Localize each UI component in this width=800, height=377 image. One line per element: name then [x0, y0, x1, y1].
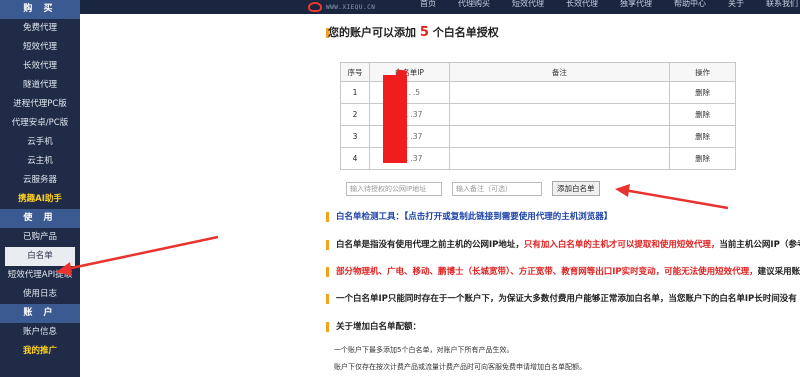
- nav-link[interactable]: 联系我们: [766, 0, 798, 14]
- top-navbar: WWW.XIEQU.CN 首页 代理购买 短效代理 长效代理 独享代理 帮助中心…: [80, 0, 800, 14]
- row-note: [448, 103, 671, 126]
- col-header-note: 备注: [448, 62, 671, 82]
- sidebar-item-cloud-host[interactable]: 云主机: [0, 152, 80, 171]
- top-nav-links: 首页 代理购买 短效代理 长效代理 独享代理 帮助中心 关于 联系我们: [420, 0, 798, 14]
- nav-link[interactable]: 首页: [420, 0, 436, 14]
- detect-link[interactable]: 【点击打开或复制此链接到需要使用代理的主机浏览器】: [404, 212, 612, 222]
- sidebar-item-ai-assistant[interactable]: 携趣AI助手: [0, 190, 80, 209]
- accent-bar: [326, 239, 329, 250]
- row-no: 3: [340, 125, 370, 148]
- accent-bar: [326, 266, 329, 277]
- title-suffix: 个白名单授权: [432, 26, 499, 39]
- accent-bar: [326, 293, 329, 304]
- site-logo[interactable]: WWW.XIEQU.CN: [308, 0, 375, 14]
- sidebar-section-account: 账 户: [0, 304, 80, 323]
- info3-text: 一个白名单IP只能同时存在于一个账户下，为保证大多数付费用户能够正常添加白名单，…: [336, 294, 797, 304]
- info2-warning: 部分物理机、广电、移动、鹏博士（长城宽带）、方正宽带、教育网等出口IP实时变动，…: [336, 267, 758, 277]
- sidebar-item-purchased[interactable]: 已购产品: [0, 228, 80, 247]
- col-header-op: 操作: [669, 62, 736, 82]
- info-row-1: 白名单是指没有使用代理之前主机的公网IP地址，只有加入白名单的主机才可以提取和使…: [326, 238, 800, 250]
- row-ip: 1. . .37: [368, 147, 450, 170]
- row-note: [448, 147, 671, 170]
- info-row-2: 部分物理机、广电、移动、鹏博士（长城宽带）、方正宽带、教育网等出口IP实时变动，…: [326, 265, 800, 277]
- sidebar-item-cloud-server[interactable]: 云服务器: [0, 171, 80, 190]
- logo-icon: [308, 2, 322, 12]
- arrow-to-sidebar-whitelist: [56, 235, 219, 276]
- ip-input[interactable]: [346, 181, 442, 196]
- accent-bar: [326, 211, 329, 222]
- sidebar-item-process-proxy-pc[interactable]: 进程代理PC版: [0, 95, 80, 114]
- info2-text: 建议采用账: [757, 267, 800, 277]
- whitelist-quota: 5: [419, 25, 429, 40]
- sidebar-item-my-promotion[interactable]: 我的推广: [0, 342, 80, 361]
- info1-text: 白名单是指没有使用代理之前主机的公网IP地址，: [336, 240, 524, 250]
- quota-rules-title-row: 关于增加白名单配额：: [326, 320, 800, 332]
- nav-link[interactable]: 关于: [728, 0, 744, 14]
- row-no: 2: [340, 103, 370, 126]
- redaction-mark: [383, 75, 407, 163]
- sidebar-item-free-proxy[interactable]: 免费代理: [0, 19, 80, 38]
- quota-rules-title: 关于增加白名单配额：: [336, 322, 422, 332]
- accent-bar: [326, 321, 329, 332]
- row-note: [448, 125, 671, 148]
- detect-tool-row: 白名单检测工具：【点击打开或复制此链接到需要使用代理的主机浏览器】: [326, 210, 800, 222]
- note-input[interactable]: [452, 181, 542, 196]
- sidebar-item-cloud-phone[interactable]: 云手机: [0, 133, 80, 152]
- info1-warning: 只有加入白名单的主机才可以提取和使用短效代理，: [523, 240, 720, 250]
- sidebar-item-tunnel-proxy[interactable]: 隧道代理: [0, 76, 80, 95]
- delete-button[interactable]: 删除: [695, 154, 710, 163]
- sidebar-item-usage-log[interactable]: 使用日志: [0, 285, 80, 304]
- row-no: 1: [340, 81, 370, 104]
- col-header-ip: 白名单IP: [368, 62, 450, 82]
- row-no: 4: [340, 147, 370, 170]
- detect-label: 白名单检测工具：: [336, 212, 405, 222]
- row-note: [448, 81, 671, 104]
- sidebar-section-buy: 购 买: [0, 0, 80, 19]
- sidebar-item-proxy-android-pc[interactable]: 代理安卓/PC版: [0, 114, 80, 133]
- row-ip: 1. . .37: [368, 125, 450, 148]
- nav-link[interactable]: 独享代理: [620, 0, 652, 14]
- quota-rule-1: 一个账户下最多添加5个白名单，对账户下所有产品生效。: [334, 346, 514, 354]
- quota-rule-2: 账户下仅存在按次计费产品或流量计费产品时可向客服免费申请增加白名单配额。: [334, 363, 586, 371]
- delete-button[interactable]: 删除: [695, 110, 710, 119]
- info1-ip-ref: 当前主机公网IP（参考）: [719, 240, 800, 250]
- sidebar-item-account-info[interactable]: 账户信息: [0, 323, 80, 342]
- sidebar: 购 买 免费代理 短效代理 长效代理 隧道代理 进程代理PC版 代理安卓/PC版…: [0, 0, 80, 377]
- row-ip: 1. . .5: [368, 81, 450, 104]
- delete-button[interactable]: 删除: [695, 132, 710, 141]
- sidebar-item-short-proxy[interactable]: 短效代理: [0, 38, 80, 57]
- add-whitelist-button[interactable]: 添加白名单: [552, 181, 600, 196]
- sidebar-section-use: 使 用: [0, 209, 80, 228]
- nav-link[interactable]: 帮助中心: [674, 0, 706, 14]
- page-title: 您的账户可以添加 5 个白名单授权: [328, 24, 499, 40]
- arrow-to-add-form: [615, 184, 729, 210]
- nav-link[interactable]: 代理购买: [458, 0, 490, 14]
- sidebar-item-whitelist[interactable]: 白名单: [5, 247, 75, 266]
- sidebar-item-long-proxy[interactable]: 长效代理: [0, 57, 80, 76]
- add-whitelist-form: 添加白名单: [346, 181, 600, 196]
- col-header-no: 序号: [340, 62, 370, 82]
- sidebar-item-short-api[interactable]: 短效代理API提取: [0, 266, 80, 285]
- logo-text: WWW.XIEQU.CN: [326, 3, 376, 11]
- nav-link[interactable]: 长效代理: [566, 0, 598, 14]
- nav-link[interactable]: 短效代理: [512, 0, 544, 14]
- info-row-3: 一个白名单IP只能同时存在于一个账户下，为保证大多数付费用户能够正常添加白名单，…: [326, 292, 800, 304]
- row-ip: 1. . .37: [368, 103, 450, 126]
- delete-button[interactable]: 删除: [695, 88, 710, 97]
- title-prefix: 您的账户可以添加: [328, 26, 416, 39]
